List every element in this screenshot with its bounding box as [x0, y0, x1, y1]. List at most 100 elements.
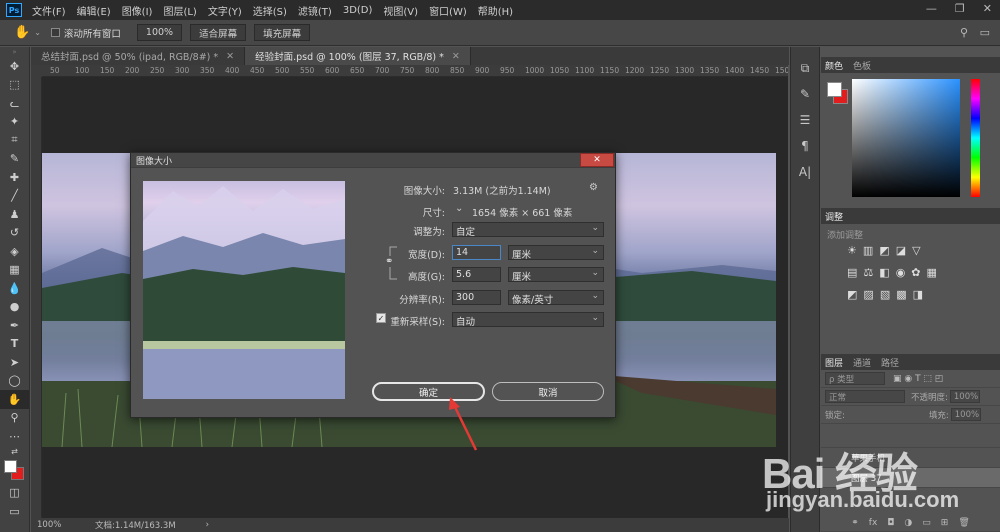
opacity-input[interactable]: 100% — [949, 390, 980, 403]
color-balance-icon[interactable]: ⚖ — [863, 266, 873, 279]
ellipse-tool-icon[interactable]: ◯ — [0, 372, 29, 391]
photo-filter-icon[interactable]: ◉ — [896, 266, 906, 279]
horizontal-ruler[interactable]: 50 100 150 200 250 300 350 400 450 500 550 600 650 70… — [42, 65, 788, 77]
color-lookup-icon[interactable]: ▦ — [927, 266, 937, 279]
magic-wand-tool-icon[interactable]: ✦ — [0, 113, 29, 132]
menu-layer[interactable]: 图层(L) — [163, 3, 196, 18]
hue-slider[interactable] — [971, 79, 980, 197]
restore-icon[interactable]: ❐ — [955, 2, 965, 15]
tab-experience-cover[interactable]: 经验封面.psd @ 100% (图层 37, RGB/8) * ✕ — [245, 47, 471, 65]
history-brush-tool-icon[interactable]: ↺ — [0, 224, 29, 243]
dimensions-chevron-icon[interactable]: ⌄ — [455, 203, 463, 214]
menu-3d[interactable]: 3D(D) — [343, 5, 373, 16]
pen-tool-icon[interactable]: ✒ — [0, 316, 29, 335]
status-menu-chevron-icon[interactable]: › — [206, 520, 209, 530]
minimize-icon[interactable]: — — [926, 2, 937, 15]
history-panel-icon[interactable]: ⧉ — [791, 55, 819, 81]
selective-color-icon[interactable]: ◨ — [913, 288, 923, 301]
foreground-background-colors[interactable] — [0, 458, 29, 484]
search-icon[interactable]: ⚲ — [960, 26, 968, 39]
height-unit-select[interactable]: 厘米 ⌄ — [508, 267, 604, 283]
menu-edit[interactable]: 编辑(E) — [77, 3, 111, 18]
lasso-tool-icon[interactable]: ᓚ — [0, 94, 29, 113]
curves-icon[interactable]: ◩ — [879, 244, 889, 257]
layer-kind-select[interactable]: ρ 类型 — [825, 372, 885, 385]
more-tools-icon[interactable]: ⋯ — [0, 427, 29, 446]
tab-channels[interactable]: 通道 — [853, 356, 871, 369]
close-window-icon[interactable]: ✕ — [983, 2, 992, 15]
swap-colors-icon[interactable]: ⇄ — [0, 446, 29, 458]
resample-checkbox[interactable]: ✓ — [376, 313, 386, 323]
fill-screen-button[interactable]: 填充屏幕 — [254, 24, 311, 41]
width-input[interactable]: 14 — [452, 245, 501, 260]
path-selection-tool-icon[interactable]: ➤ — [0, 353, 29, 372]
exposure-icon[interactable]: ◪ — [896, 244, 906, 257]
menu-select[interactable]: 选择(S) — [253, 3, 287, 18]
dialog-close-button[interactable]: ✕ — [580, 153, 614, 167]
screen-mode-icon[interactable]: ▭ — [0, 502, 29, 521]
new-layer-icon[interactable]: ⊞ — [941, 518, 949, 528]
menu-window[interactable]: 窗口(W) — [429, 3, 467, 18]
menu-type[interactable]: 文字(Y) — [208, 3, 242, 18]
tab-paths[interactable]: 路径 — [881, 356, 899, 369]
status-zoom[interactable]: 100% — [37, 520, 87, 530]
image-preview[interactable] — [143, 181, 345, 399]
blend-mode-select[interactable]: 正常 — [825, 390, 905, 403]
color-panel-foreground-swatch[interactable] — [827, 82, 842, 97]
menu-file[interactable]: 文件(F) — [32, 3, 66, 18]
fit-to-select[interactable]: 自定 ⌄ — [452, 222, 604, 238]
menu-filter[interactable]: 滤镜(T) — [298, 3, 332, 18]
invert-icon[interactable]: ◩ — [847, 288, 857, 301]
dodge-tool-icon[interactable]: ● — [0, 298, 29, 317]
tab-color[interactable]: 颜色 — [825, 59, 843, 72]
resample-select[interactable]: 自动 ⌄ — [452, 312, 604, 328]
eyedropper-tool-icon[interactable]: ✎ — [0, 150, 29, 169]
eraser-tool-icon[interactable]: ◈ — [0, 242, 29, 261]
workspace-icon[interactable]: ▭ — [980, 26, 990, 39]
blur-tool-icon[interactable]: 💧 — [0, 279, 29, 298]
add-mask-icon[interactable]: ◘ — [887, 518, 894, 528]
delete-layer-icon[interactable]: 🗑 — [958, 518, 969, 528]
zoom-100-button[interactable]: 100% — [136, 24, 183, 41]
properties-panel-icon[interactable]: ☰ — [791, 107, 819, 133]
new-adjustment-icon[interactable]: ◑ — [904, 518, 912, 528]
levels-icon[interactable]: ▥ — [863, 244, 873, 257]
character-panel-icon[interactable]: A| — [791, 159, 819, 185]
channel-mixer-icon[interactable]: ✿ — [911, 266, 920, 279]
tab-summary-cover[interactable]: 总结封面.psd @ 50% (ipad, RGB/8#) * ✕ — [31, 47, 246, 65]
close-tab-icon[interactable]: ✕ — [452, 51, 460, 62]
fit-screen-button[interactable]: 适合屏幕 — [190, 24, 247, 41]
layer-row[interactable] — [821, 424, 1000, 448]
clone-stamp-tool-icon[interactable]: ♟ — [0, 205, 29, 224]
vertical-ruler[interactable] — [31, 77, 42, 518]
quick-mask-icon[interactable]: ◫ — [0, 484, 29, 503]
link-layers-icon[interactable]: ⚭ — [851, 518, 859, 528]
paragraph-panel-icon[interactable]: ¶ — [791, 133, 819, 159]
vibrance-icon[interactable]: ▽ — [912, 244, 920, 257]
resolution-unit-select[interactable]: 像素/英寸 ⌄ — [508, 290, 604, 306]
crop-tool-icon[interactable]: ⌗ — [0, 131, 29, 150]
color-picker-field[interactable] — [852, 79, 960, 197]
brightness-icon[interactable]: ☀ — [847, 244, 857, 257]
hue-saturation-icon[interactable]: ▤ — [847, 266, 857, 279]
cancel-button[interactable]: 取消 — [492, 382, 604, 401]
brush-panel-icon[interactable]: ✎ — [791, 81, 819, 107]
close-tab-icon[interactable]: ✕ — [226, 51, 234, 62]
fill-input[interactable]: 100% — [950, 408, 981, 421]
layer-row-selected[interactable]: 图层 37 — [821, 468, 1000, 488]
height-input[interactable]: 5.6 — [452, 267, 501, 282]
filter-icons[interactable]: ▣ ◉ T ⬚ ◰ — [893, 374, 943, 384]
resolution-input[interactable]: 300 — [452, 290, 501, 305]
foreground-color-swatch[interactable] — [4, 459, 17, 473]
posterize-icon[interactable]: ▨ — [863, 288, 873, 301]
gradient-map-icon[interactable]: ▩ — [896, 288, 906, 301]
new-group-icon[interactable]: ▭ — [922, 518, 931, 528]
hand-tool-icon[interactable]: ✋ — [14, 25, 30, 40]
healing-brush-tool-icon[interactable]: ✚ — [0, 168, 29, 187]
tab-swatches[interactable]: 色板 — [853, 59, 871, 72]
menu-image[interactable]: 图像(I) — [122, 3, 153, 18]
black-white-icon[interactable]: ◧ — [879, 266, 889, 279]
tab-layers[interactable]: 图层 — [825, 356, 843, 369]
zoom-tool-icon[interactable]: ⚲ — [0, 409, 29, 428]
type-tool-icon[interactable]: T — [0, 335, 29, 354]
